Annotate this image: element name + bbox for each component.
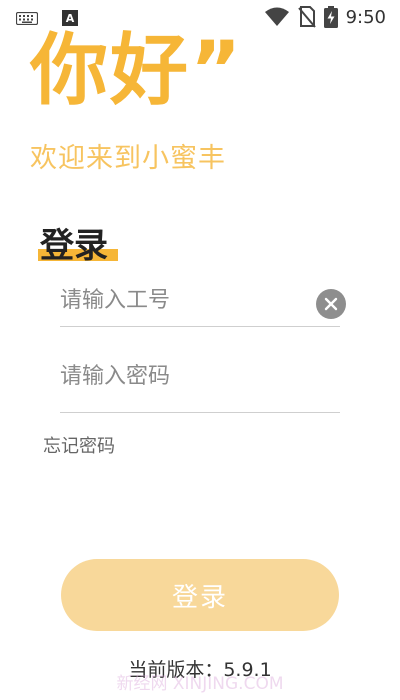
- welcome-subtitle: 欢迎来到小蜜丰: [30, 143, 226, 174]
- greeting-title: 你好”: [30, 26, 244, 116]
- forgot-password-link[interactable]: 忘记密码: [43, 432, 115, 458]
- battery-charging-icon: [323, 6, 338, 28]
- close-icon: [324, 297, 338, 311]
- keyboard-icon: [16, 11, 38, 25]
- no-sim-icon: [297, 6, 316, 28]
- login-button[interactable]: 登录: [61, 559, 339, 631]
- login-title-block: 登录: [38, 218, 118, 267]
- status-right: 9:50: [264, 6, 386, 28]
- password-field: [60, 364, 340, 413]
- password-input[interactable]: [60, 364, 300, 389]
- login-title: 登录: [40, 226, 108, 266]
- employee-id-field: [60, 288, 346, 327]
- watermark: 新经网 XINJING.COM: [116, 674, 284, 694]
- clear-input-button[interactable]: [316, 289, 346, 319]
- wifi-icon: [264, 7, 289, 26]
- clock: 9:50: [345, 6, 386, 28]
- status-left: A: [16, 10, 78, 26]
- a-icon: A: [62, 10, 78, 26]
- employee-id-input[interactable]: [60, 288, 300, 313]
